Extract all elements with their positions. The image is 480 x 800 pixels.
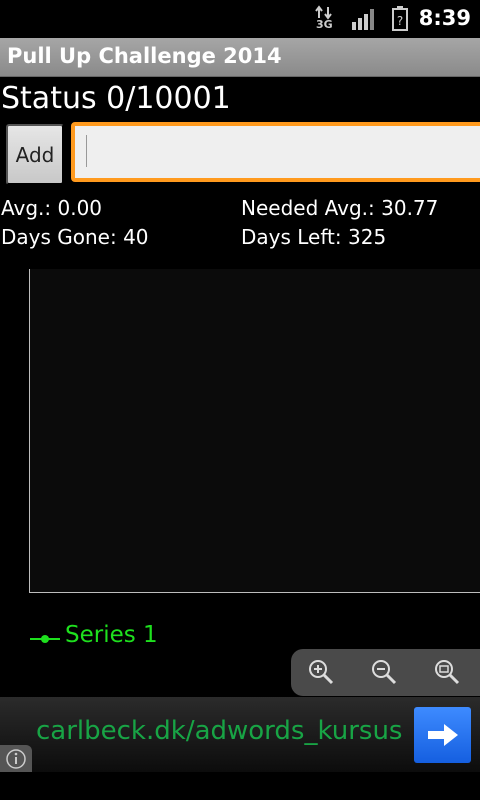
ad-text[interactable]: carlbeck.dk/adwords_kursus (36, 716, 402, 746)
ad-go-button[interactable] (414, 707, 471, 763)
app-title: Pull Up Challenge 2014 (7, 44, 282, 68)
arrow-right-icon (427, 724, 458, 746)
legend-series-marker (30, 635, 60, 643)
progress-chart[interactable] (29, 269, 480, 593)
ad-banner[interactable]: carlbeck.dk/adwords_kursus (0, 697, 480, 772)
days-left-stat: Days Left: 325 (241, 225, 387, 249)
add-button[interactable]: Add (6, 124, 64, 185)
average-stat: Avg.: 0.00 (1, 196, 103, 220)
status-bar: 3G ? 8:39 (0, 0, 480, 38)
needed-average-stat: Needed Avg.: 30.77 (241, 196, 439, 220)
zoom-reset-icon[interactable] (432, 657, 462, 687)
days-gone-stat: Days Gone: 40 (1, 225, 149, 249)
ad-info-button[interactable] (0, 745, 32, 772)
title-bar: Pull Up Challenge 2014 (0, 38, 480, 77)
text-cursor (86, 135, 87, 167)
signal-bars-icon (352, 9, 374, 30)
zoom-in-icon[interactable] (306, 657, 336, 687)
info-icon (6, 749, 26, 769)
clock: 8:39 (418, 6, 471, 30)
battery-unknown-icon: ? (392, 6, 408, 31)
zoom-out-icon[interactable] (369, 657, 399, 687)
zoom-controls (291, 649, 480, 696)
svg-text:?: ? (397, 14, 403, 28)
network-type-label: 3G (316, 18, 333, 31)
challenge-status: Status 0/10001 (1, 81, 231, 116)
pullups-input[interactable] (71, 122, 480, 182)
legend-series-label: Series 1 (65, 622, 158, 648)
